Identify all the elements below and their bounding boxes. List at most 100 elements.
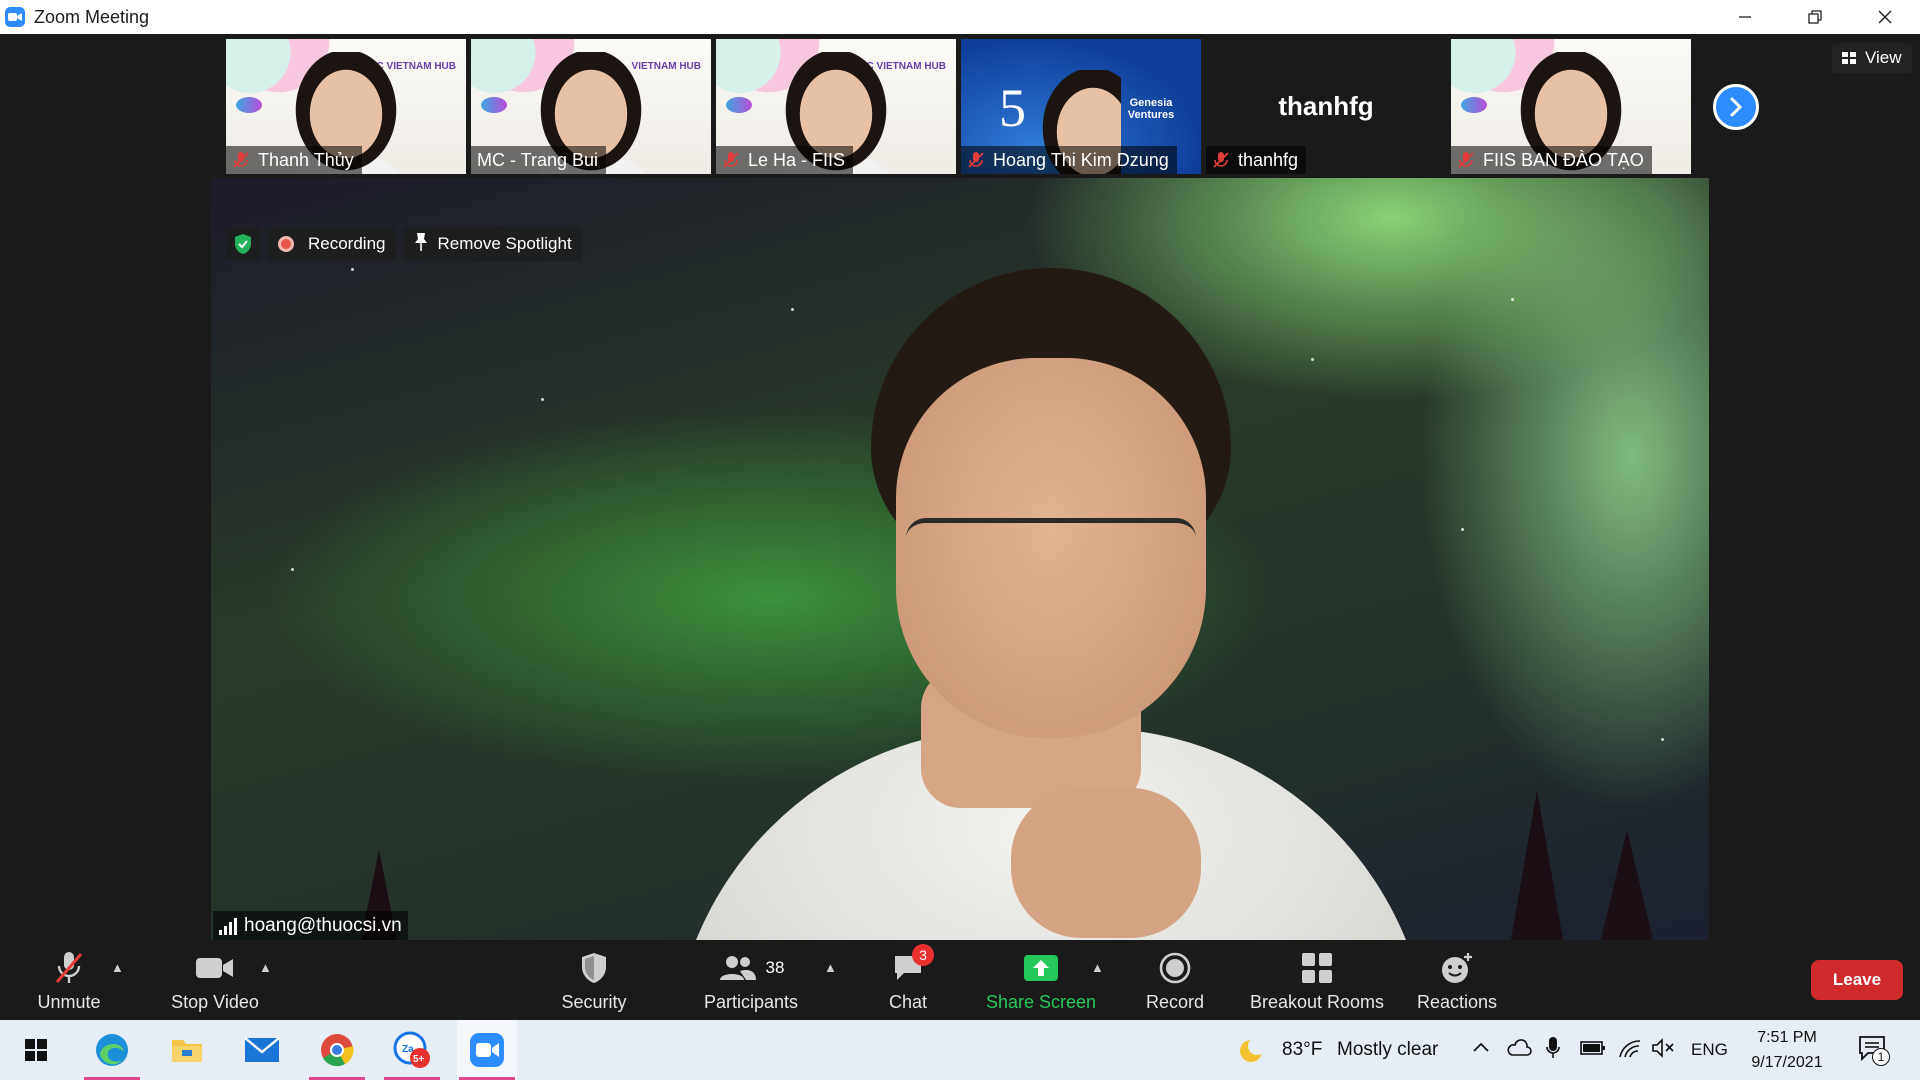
- stop-video-button[interactable]: Stop Video: [160, 940, 270, 1020]
- shield-check-icon: [235, 234, 251, 254]
- window-controls: [1710, 0, 1920, 34]
- taskbar-chrome[interactable]: [307, 1020, 367, 1080]
- participant-thumbnail[interactable]: C VIETNAM HUB Le Ha - FIIS: [716, 39, 956, 174]
- participant-namebar: Thanh Thủy: [226, 146, 362, 174]
- participant-thumbnail[interactable]: thanhfg thanhfg: [1206, 39, 1446, 174]
- taskbar-clock[interactable]: 7:51 PM 9/17/2021: [1737, 1025, 1837, 1075]
- butterfly-logo-icon: [481, 97, 507, 113]
- microphone-tray-button[interactable]: [1545, 1036, 1561, 1065]
- participant-name: FIIS BAN ĐÀO TẠO: [1483, 149, 1644, 170]
- participant-thumbnail[interactable]: VIETNAM HUB MC - Trang Bui: [471, 39, 711, 174]
- unmute-label: Unmute: [37, 991, 101, 1012]
- participants-icon-group: 38: [718, 948, 784, 988]
- tree-silhouette: [1511, 790, 1563, 940]
- record-dot-icon: [278, 236, 294, 252]
- active-speaker-video: [211, 178, 1709, 940]
- grid-icon: [1842, 52, 1856, 64]
- participants-options-caret[interactable]: ▲: [824, 960, 837, 975]
- security-label: Security: [561, 991, 627, 1012]
- recording-indicator[interactable]: Recording: [268, 227, 396, 261]
- share-options-caret[interactable]: ▲: [1091, 960, 1104, 975]
- breakout-rooms-icon: [1301, 948, 1333, 988]
- zalo-icon: Za5+: [393, 1031, 430, 1068]
- butterfly-logo-icon: [726, 97, 752, 113]
- moon-icon: [1240, 1037, 1266, 1062]
- recording-label: Recording: [308, 234, 386, 253]
- active-speaker-name: hoang@thuocsi.vn: [244, 915, 402, 936]
- chat-icon-wrap: 3: [892, 943, 934, 988]
- signal-strength-icon: [219, 917, 237, 935]
- view-button[interactable]: View: [1832, 43, 1912, 73]
- remove-spotlight-button[interactable]: Remove Spotlight: [403, 227, 582, 261]
- reactions-button[interactable]: Reactions: [1412, 940, 1502, 1020]
- taskbar-zoom[interactable]: [457, 1020, 517, 1080]
- next-page-button[interactable]: [1713, 84, 1759, 130]
- taskbar-file-explorer[interactable]: [157, 1020, 217, 1080]
- security-shield-icon: [580, 948, 608, 988]
- close-button[interactable]: [1850, 0, 1920, 34]
- participant-thumbnail[interactable]: 5 Genesia Ventures Hoang Thi Kim Dzung: [961, 39, 1201, 174]
- restore-button[interactable]: [1780, 0, 1850, 34]
- star: [291, 568, 294, 571]
- leave-button[interactable]: Leave: [1811, 960, 1903, 1000]
- notification-center-button[interactable]: 1: [1858, 1034, 1892, 1068]
- weather-widget[interactable]: 83°F Mostly clear: [1236, 1020, 1456, 1080]
- remove-spotlight-label: Remove Spotlight: [437, 234, 572, 253]
- breakout-rooms-button[interactable]: Breakout Rooms: [1242, 940, 1392, 1020]
- microphone-icon: [1546, 1037, 1560, 1058]
- show-hidden-icons-button[interactable]: [1471, 1038, 1491, 1063]
- participant-name: MC - Trang Bui: [477, 149, 599, 170]
- wifi-icon: [1619, 1040, 1641, 1058]
- chevron-up-icon: [1473, 1042, 1489, 1052]
- windows-logo-icon: [25, 1039, 47, 1061]
- onedrive-tray-button[interactable]: [1506, 1038, 1532, 1063]
- zalo-badge-text: 5+: [413, 1054, 425, 1065]
- clock-date: 9/17/2021: [1751, 1054, 1823, 1071]
- unmute-button[interactable]: Unmute: [28, 940, 110, 1020]
- notification-count: 1: [1872, 1048, 1890, 1066]
- muted-mic-icon: [54, 948, 84, 988]
- participant-thumbnail[interactable]: FIIS BAN ĐÀO TẠO: [1451, 39, 1691, 174]
- audio-options-caret[interactable]: ▲: [111, 960, 124, 975]
- video-options-caret[interactable]: ▲: [259, 960, 272, 975]
- participant-display-name: thanhfg: [1278, 91, 1374, 121]
- security-button[interactable]: Security: [554, 940, 634, 1020]
- taskbar-mail[interactable]: [232, 1020, 292, 1080]
- speaker-glasses: [906, 518, 1196, 578]
- weather-temp: 83°F: [1282, 1039, 1323, 1060]
- volume-muted-icon: [1652, 1038, 1674, 1058]
- butterfly-logo-icon: [236, 97, 262, 113]
- reactions-smiley-icon: [1440, 948, 1474, 988]
- speaker-hand: [1011, 788, 1201, 938]
- muted-mic-icon: [1458, 152, 1474, 168]
- input-language-indicator[interactable]: ENG: [1691, 1040, 1728, 1060]
- wifi-tray-button[interactable]: [1618, 1037, 1642, 1064]
- genesia-logo: Genesia Ventures: [1127, 97, 1175, 121]
- share-screen-label: Share Screen: [985, 991, 1097, 1012]
- record-button[interactable]: Record: [1140, 940, 1210, 1020]
- anniversary-logo: 5: [999, 78, 1026, 138]
- start-button[interactable]: [6, 1020, 66, 1080]
- butterfly-logo-icon: [1461, 97, 1487, 113]
- chat-button[interactable]: 3 Chat: [876, 940, 940, 1020]
- muted-mic-icon: [233, 152, 249, 168]
- active-speaker-namebar: hoang@thuocsi.vn: [213, 911, 408, 941]
- chrome-browser-icon: [321, 1034, 354, 1067]
- meeting-status-badges: Recording Remove Spotlight: [226, 226, 582, 262]
- taskbar-edge[interactable]: [82, 1020, 142, 1080]
- view-label: View: [1865, 48, 1902, 67]
- star: [1661, 738, 1664, 741]
- participant-name: Hoang Thi Kim Dzung: [993, 149, 1169, 170]
- minimize-button[interactable]: [1710, 0, 1780, 34]
- share-screen-button[interactable]: Share Screen: [985, 940, 1097, 1020]
- taskbar-zalo[interactable]: Za 5+: [382, 1020, 442, 1080]
- battery-tray-button[interactable]: [1580, 1040, 1606, 1061]
- record-label: Record: [1145, 991, 1205, 1012]
- weather-condition: Mostly clear: [1337, 1039, 1439, 1060]
- speaker-figure: [671, 268, 1431, 940]
- encryption-shield-button[interactable]: [226, 227, 260, 261]
- muted-mic-icon: [968, 152, 984, 168]
- participants-button[interactable]: 38 Participants: [700, 940, 802, 1020]
- volume-tray-button[interactable]: [1651, 1038, 1675, 1063]
- participant-thumbnail[interactable]: SBC VIETNAM HUB Thanh Thủy: [226, 39, 466, 174]
